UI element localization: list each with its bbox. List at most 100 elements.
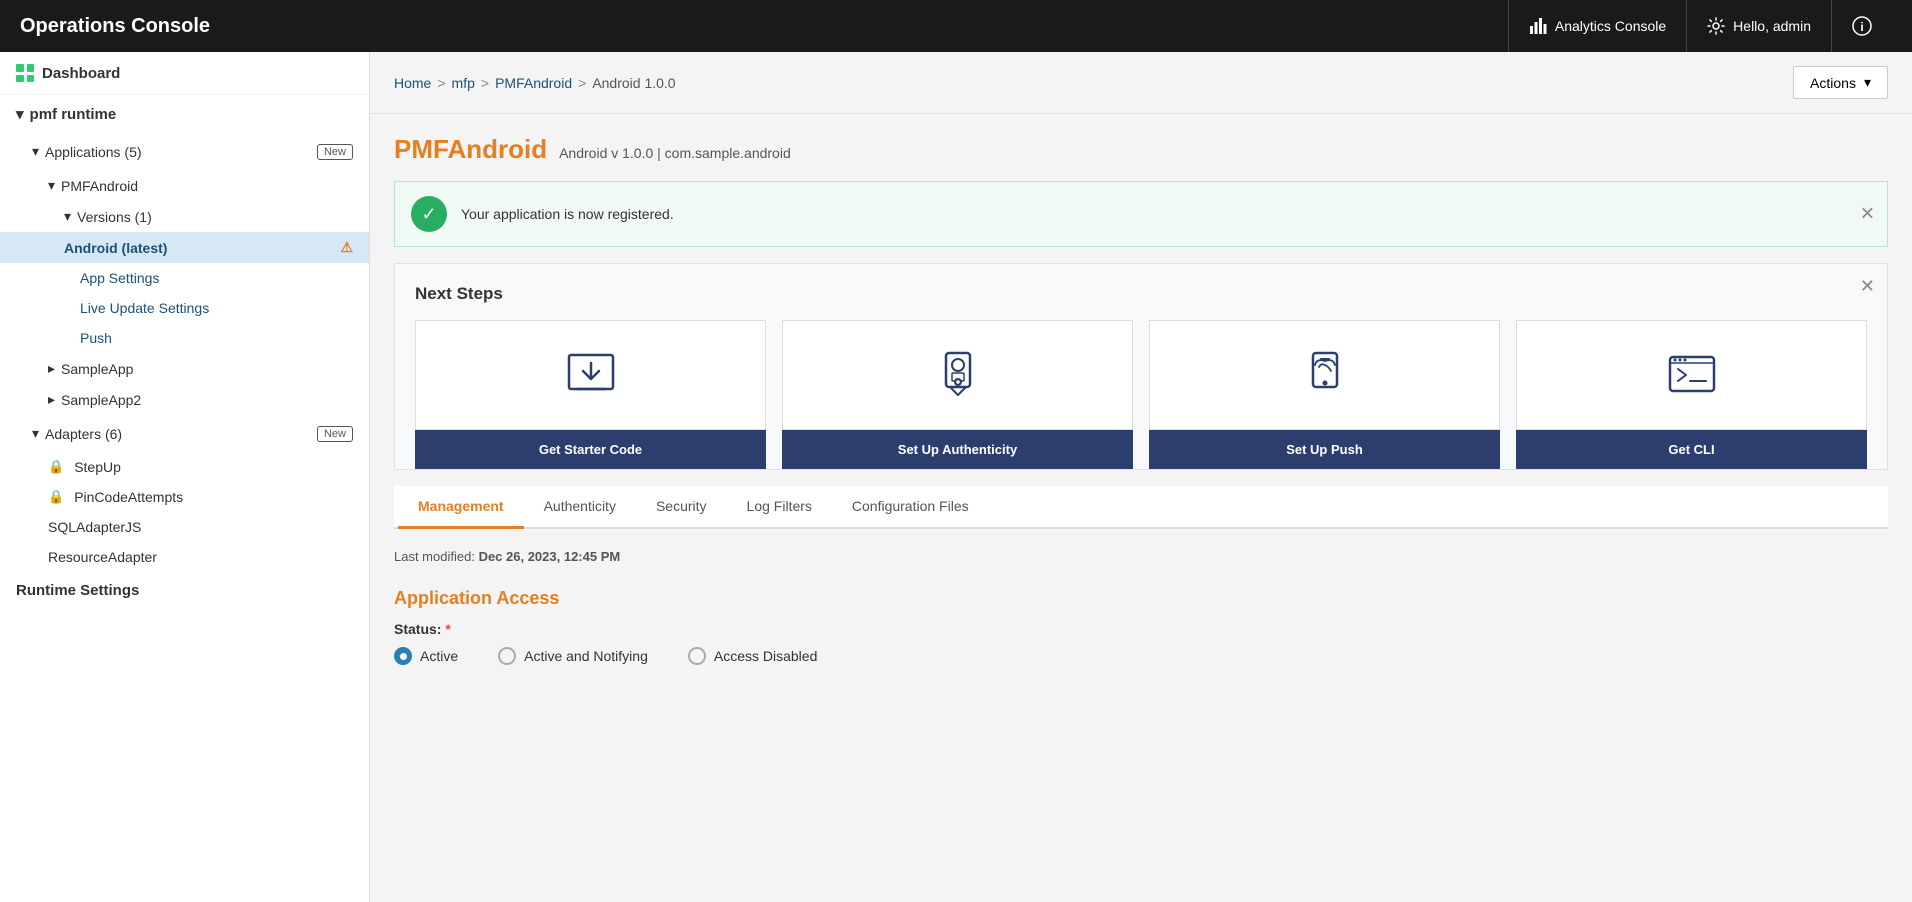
- get-cli-btn[interactable]: Get CLI: [1516, 430, 1867, 469]
- banner-close-button[interactable]: ✕: [1860, 204, 1875, 225]
- sidebar-runtime-settings[interactable]: Runtime Settings: [0, 572, 369, 609]
- sidebar-applications[interactable]: Applications (5) New: [0, 133, 369, 170]
- sidebar-sampleapp[interactable]: SampleApp: [0, 353, 369, 384]
- cli-icon-box: [1516, 320, 1867, 430]
- next-steps-close-button[interactable]: ✕: [1860, 276, 1875, 297]
- sqladapter-label: SQLAdapterJS: [48, 519, 141, 535]
- runtime-settings-label: Runtime Settings: [16, 582, 139, 599]
- sidebar-adapters[interactable]: Adapters (6) New: [0, 415, 369, 452]
- breadcrumb-pmfandroid[interactable]: PMFAndroid: [495, 75, 572, 91]
- applications-label: Applications (5): [45, 144, 142, 160]
- navbar-right: Analytics Console Hello, admin i: [1508, 0, 1892, 52]
- top-bar: Home > mfp > PMFAndroid > Android 1.0.0 …: [370, 52, 1912, 114]
- sidebar-app-settings[interactable]: App Settings: [0, 263, 369, 293]
- sampleapp-label: SampleApp: [61, 361, 133, 377]
- next-steps-title: Next Steps: [415, 284, 1867, 304]
- user-menu-button[interactable]: Hello, admin: [1686, 0, 1831, 52]
- sidebar-live-update[interactable]: Live Update Settings: [0, 293, 369, 323]
- lock-icon-stepup: 🔒: [48, 459, 64, 475]
- tab-authenticity[interactable]: Authenticity: [524, 486, 636, 529]
- sidebar-versions[interactable]: Versions (1): [0, 201, 369, 232]
- push-icon: [1295, 345, 1355, 405]
- sampleapp2-chevron: [48, 391, 55, 408]
- sampleapp-chevron: [48, 360, 55, 377]
- radio-access-disabled[interactable]: Access Disabled: [688, 647, 818, 665]
- sidebar-pincode[interactable]: 🔒 PinCodeAttempts: [0, 482, 369, 512]
- sidebar-runtime[interactable]: pmf runtime: [0, 95, 369, 133]
- live-update-label: Live Update Settings: [80, 300, 209, 316]
- gear-icon: [1707, 17, 1725, 35]
- sidebar-dashboard[interactable]: Dashboard: [0, 52, 369, 95]
- applications-badge: New: [317, 144, 353, 160]
- dashboard-icon: [16, 64, 34, 82]
- main-content: Home > mfp > PMFAndroid > Android 1.0.0 …: [370, 52, 1912, 902]
- last-modified: Last modified: Dec 26, 2023, 12:45 PM: [394, 549, 1888, 564]
- starter-code-icon-box: [415, 320, 766, 430]
- analytics-console-button[interactable]: Analytics Console: [1508, 0, 1686, 52]
- runtime-label: pmf runtime: [30, 106, 117, 123]
- page-subtitle: Android v 1.0.0 | com.sample.android: [559, 145, 791, 161]
- svg-text:i: i: [1860, 20, 1863, 34]
- radio-circle-active: [394, 647, 412, 665]
- breadcrumb-current: Android 1.0.0: [592, 75, 675, 91]
- navbar-brand: Operations Console: [20, 15, 210, 38]
- sidebar-sampleapp2[interactable]: SampleApp2: [0, 384, 369, 415]
- next-steps-card: Next Steps ✕ Get Starter: [394, 263, 1888, 470]
- status-label: Status: *: [394, 621, 1888, 637]
- authenticity-icon: [928, 345, 988, 405]
- tab-management[interactable]: Management: [398, 486, 524, 529]
- warning-icon: ⚠: [340, 239, 353, 256]
- sidebar-pmfandroid[interactable]: PMFAndroid: [0, 170, 369, 201]
- cli-icon: [1662, 345, 1722, 405]
- radio-notifying-label: Active and Notifying: [524, 648, 648, 664]
- applications-chevron: [32, 143, 39, 160]
- sidebar-push[interactable]: Push: [0, 323, 369, 353]
- tab-configuration-files[interactable]: Configuration Files: [832, 486, 989, 529]
- radio-active-notifying[interactable]: Active and Notifying: [498, 647, 648, 665]
- set-up-push-btn[interactable]: Set Up Push: [1149, 430, 1500, 469]
- next-step-cli[interactable]: Get CLI: [1516, 320, 1867, 469]
- get-starter-code-btn[interactable]: Get Starter Code: [415, 430, 766, 469]
- page-title-row: PMFAndroid Android v 1.0.0 | com.sample.…: [394, 134, 1888, 165]
- push-label: Push: [80, 330, 112, 346]
- next-step-starter-code[interactable]: Get Starter Code: [415, 320, 766, 469]
- radio-circle-disabled: [688, 647, 706, 665]
- analytics-icon: [1529, 17, 1547, 35]
- required-star: *: [445, 621, 450, 637]
- banner-message: Your application is now registered.: [461, 206, 674, 222]
- page-title: PMFAndroid: [394, 134, 547, 165]
- adapters-chevron: [32, 425, 39, 442]
- analytics-label: Analytics Console: [1555, 18, 1666, 34]
- pmfandroid-chevron: [48, 177, 55, 194]
- sidebar: Dashboard pmf runtime Applications (5) N…: [0, 52, 370, 902]
- breadcrumb-mfp[interactable]: mfp: [452, 75, 475, 91]
- radio-disabled-label: Access Disabled: [714, 648, 818, 664]
- sidebar-sqladapter[interactable]: SQLAdapterJS: [0, 512, 369, 542]
- actions-button[interactable]: Actions ▾: [1793, 66, 1888, 99]
- runtime-chevron: [16, 105, 24, 123]
- pincode-label: PinCodeAttempts: [74, 489, 183, 505]
- radio-active[interactable]: Active: [394, 647, 458, 665]
- sampleapp2-label: SampleApp2: [61, 392, 141, 408]
- next-steps-grid: Get Starter Code: [415, 320, 1867, 469]
- sidebar-stepup[interactable]: 🔒 StepUp: [0, 452, 369, 482]
- next-step-push[interactable]: Set Up Push: [1149, 320, 1500, 469]
- resourceadapter-label: ResourceAdapter: [48, 549, 157, 565]
- lock-icon-pincode: 🔒: [48, 489, 64, 505]
- android-latest-label: Android (latest): [64, 240, 167, 256]
- last-modified-label: Last modified:: [394, 549, 475, 564]
- sidebar-android-latest[interactable]: Android (latest) ⚠: [0, 232, 369, 263]
- info-button[interactable]: i: [1831, 0, 1892, 52]
- versions-label: Versions (1): [77, 209, 152, 225]
- user-label: Hello, admin: [1733, 18, 1811, 34]
- radio-circle-notifying: [498, 647, 516, 665]
- tab-log-filters[interactable]: Log Filters: [727, 486, 832, 529]
- next-step-authenticity[interactable]: Set Up Authenticity: [782, 320, 1133, 469]
- set-up-authenticity-btn[interactable]: Set Up Authenticity: [782, 430, 1133, 469]
- tab-security[interactable]: Security: [636, 486, 727, 529]
- tabs-bar: Management Authenticity Security Log Fil…: [394, 486, 1888, 529]
- adapters-badge: New: [317, 426, 353, 442]
- breadcrumb-home[interactable]: Home: [394, 75, 431, 91]
- download-icon: [561, 345, 621, 405]
- sidebar-resourceadapter[interactable]: ResourceAdapter: [0, 542, 369, 572]
